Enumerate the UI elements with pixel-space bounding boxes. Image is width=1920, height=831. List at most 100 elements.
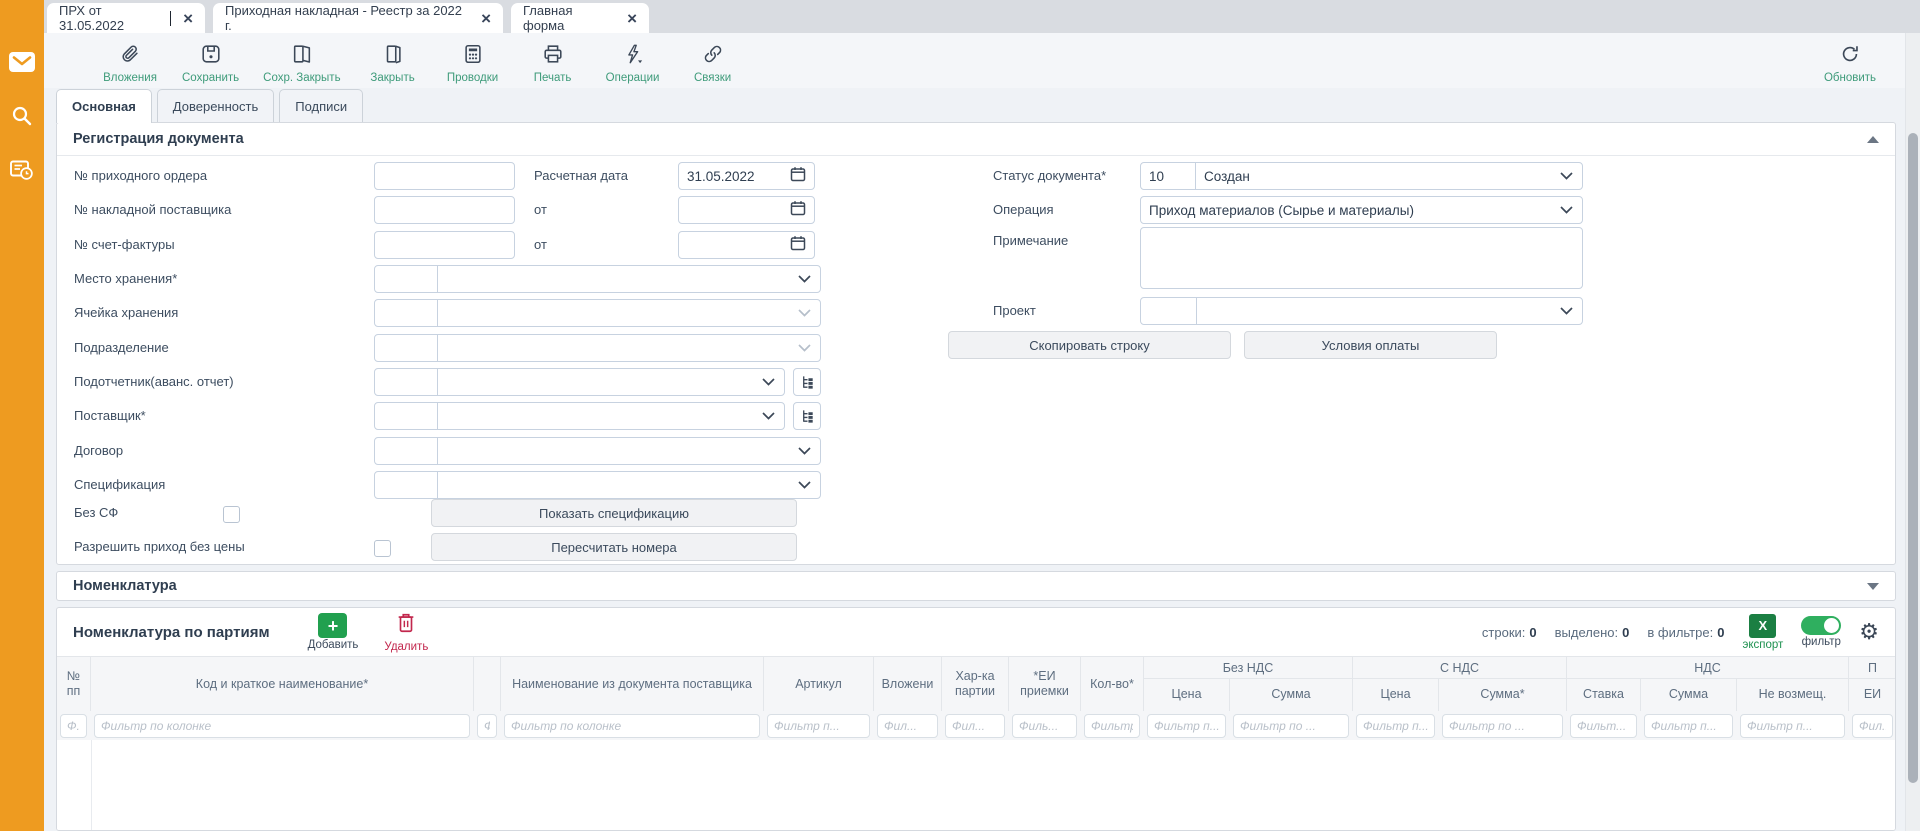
no-invoice-checkbox[interactable]: [223, 506, 240, 523]
toggle-on-icon[interactable]: [1801, 616, 1841, 635]
combo-field[interactable]: [374, 368, 785, 396]
tab-main-form[interactable]: Главная форма ×: [511, 3, 649, 33]
export-excel-button[interactable]: X экспорт: [1742, 614, 1783, 651]
collapse-down-icon[interactable]: [1867, 583, 1879, 590]
column-filter-input[interactable]: [1644, 714, 1733, 738]
column-filter-input[interactable]: [1740, 714, 1845, 738]
operation-combo[interactable]: Приход материалов (Сырье и материалы): [1140, 196, 1583, 224]
date-input[interactable]: [678, 196, 815, 224]
payment-terms-button[interactable]: Условия оплаты: [1244, 331, 1497, 359]
tree-select-button[interactable]: [793, 368, 821, 396]
column-header[interactable]: *ЕИ приемки: [1009, 657, 1081, 711]
no-price-checkbox[interactable]: [374, 540, 391, 557]
search-icon[interactable]: [8, 102, 36, 130]
toolbar-button-calculator[interactable]: Проводки: [445, 37, 501, 84]
report-clock-icon[interactable]: [8, 156, 36, 184]
column-filter-input[interactable]: [1147, 714, 1226, 738]
date-input[interactable]: [678, 231, 815, 259]
nomenclature-section-header[interactable]: Номенклатура: [56, 571, 1896, 601]
scrollbar-thumb[interactable]: [1908, 133, 1918, 783]
recalc-numbers-button[interactable]: Пересчитать номера: [431, 533, 797, 561]
column-header[interactable]: № пп: [57, 657, 91, 711]
tab-registry[interactable]: Приходная накладная - Реестр за 2022 г. …: [213, 3, 503, 33]
filter-cell: [1849, 711, 1896, 741]
column-filter-input[interactable]: [504, 714, 760, 738]
tab-osnovnaya[interactable]: Основная: [56, 89, 152, 123]
column-filter-input[interactable]: [767, 714, 870, 738]
column-filter-input[interactable]: [1233, 714, 1349, 738]
toolbar-button-save[interactable]: Сохранить: [182, 37, 239, 84]
column-filter-input[interactable]: [1852, 714, 1893, 738]
operations-button[interactable]: Операции: [605, 37, 661, 84]
close-icon[interactable]: ×: [627, 10, 637, 27]
combo-field[interactable]: [374, 299, 821, 327]
calendar-icon[interactable]: [790, 200, 806, 221]
column-header[interactable]: Артикул: [764, 657, 874, 711]
combo-code[interactable]: [375, 472, 438, 498]
collapse-up-icon[interactable]: [1867, 136, 1879, 143]
registration-header: Регистрация документа: [57, 123, 1895, 156]
mail-icon[interactable]: [8, 48, 36, 76]
text-input[interactable]: [374, 231, 515, 259]
combo-field[interactable]: [374, 437, 821, 465]
add-row-button[interactable]: + Добавить: [308, 613, 359, 651]
grid-body-empty[interactable]: [57, 740, 1896, 830]
filter-toggle[interactable]: фильтр: [1801, 616, 1841, 648]
column-filter-input[interactable]: [94, 714, 470, 738]
column-header[interactable]: [474, 657, 501, 711]
toolbar-button-paperclip[interactable]: Вложения: [102, 37, 158, 84]
column-filter-input[interactable]: [60, 714, 87, 738]
tab-doverennost[interactable]: Доверенность: [157, 89, 274, 122]
combo-code[interactable]: [375, 438, 438, 464]
refresh-button[interactable]: Обновить: [1822, 37, 1878, 84]
toolbar-button-printer[interactable]: Печать: [525, 37, 581, 84]
column-filter-input[interactable]: [945, 714, 1005, 738]
project-code[interactable]: [1141, 298, 1197, 324]
combo-code[interactable]: [375, 335, 438, 361]
text-input[interactable]: [374, 162, 515, 190]
text-input[interactable]: [374, 196, 515, 224]
combo-code[interactable]: [375, 266, 438, 292]
combo-code[interactable]: [375, 369, 438, 395]
column-header[interactable]: Код и краткое наименование*: [91, 657, 474, 711]
gear-icon[interactable]: ⚙: [1859, 621, 1879, 643]
column-header[interactable]: Вложени: [874, 657, 942, 711]
combo-code[interactable]: [375, 300, 438, 326]
column-filter-input[interactable]: [1356, 714, 1435, 738]
date-input[interactable]: 31.05.2022: [678, 162, 815, 190]
status-code[interactable]: 10: [1141, 163, 1196, 189]
column-filter-input[interactable]: [1570, 714, 1637, 738]
tab-podpisi[interactable]: Подписи: [279, 89, 363, 122]
tree-select-button[interactable]: [793, 402, 821, 430]
combo-code[interactable]: [375, 403, 438, 429]
calendar-icon[interactable]: [790, 235, 806, 256]
filter-cell: [1230, 711, 1353, 741]
close-icon[interactable]: ×: [183, 10, 193, 27]
toolbar-button-door-save[interactable]: Сохр. Закрыть: [263, 37, 340, 84]
combo-field[interactable]: [374, 265, 821, 293]
combo-field[interactable]: [374, 471, 821, 499]
tab-document[interactable]: ПРХ от 31.05.2022 ×: [47, 3, 205, 33]
combo-field[interactable]: [374, 334, 821, 362]
column-filter-input[interactable]: [1442, 714, 1563, 738]
close-icon[interactable]: ×: [481, 10, 491, 27]
toolbar-button-door[interactable]: Закрыть: [365, 37, 421, 84]
status-combo[interactable]: 10 Создан: [1140, 162, 1583, 190]
column-filter-input[interactable]: [477, 714, 497, 738]
column-filter-input[interactable]: [1084, 714, 1140, 738]
combo-field[interactable]: [374, 402, 785, 430]
toolbar-button-link[interactable]: Связки: [685, 37, 741, 84]
column-header[interactable]: Кол-во*: [1081, 657, 1144, 711]
calendar-icon[interactable]: [790, 166, 806, 187]
show-spec-button[interactable]: Показать спецификацию: [431, 499, 797, 527]
project-combo[interactable]: [1140, 297, 1583, 325]
column-header[interactable]: Хар-ка партии: [942, 657, 1009, 711]
copy-row-button[interactable]: Скопировать строку: [948, 331, 1231, 359]
vertical-scrollbar[interactable]: [1905, 33, 1920, 831]
column-filter-input[interactable]: [1012, 714, 1077, 738]
note-textarea[interactable]: [1140, 227, 1583, 289]
filter-cell: [942, 711, 1009, 741]
column-header[interactable]: Наименование из документа поставщика: [501, 657, 764, 711]
delete-row-button[interactable]: Удалить: [384, 611, 428, 653]
column-filter-input[interactable]: [877, 714, 938, 738]
